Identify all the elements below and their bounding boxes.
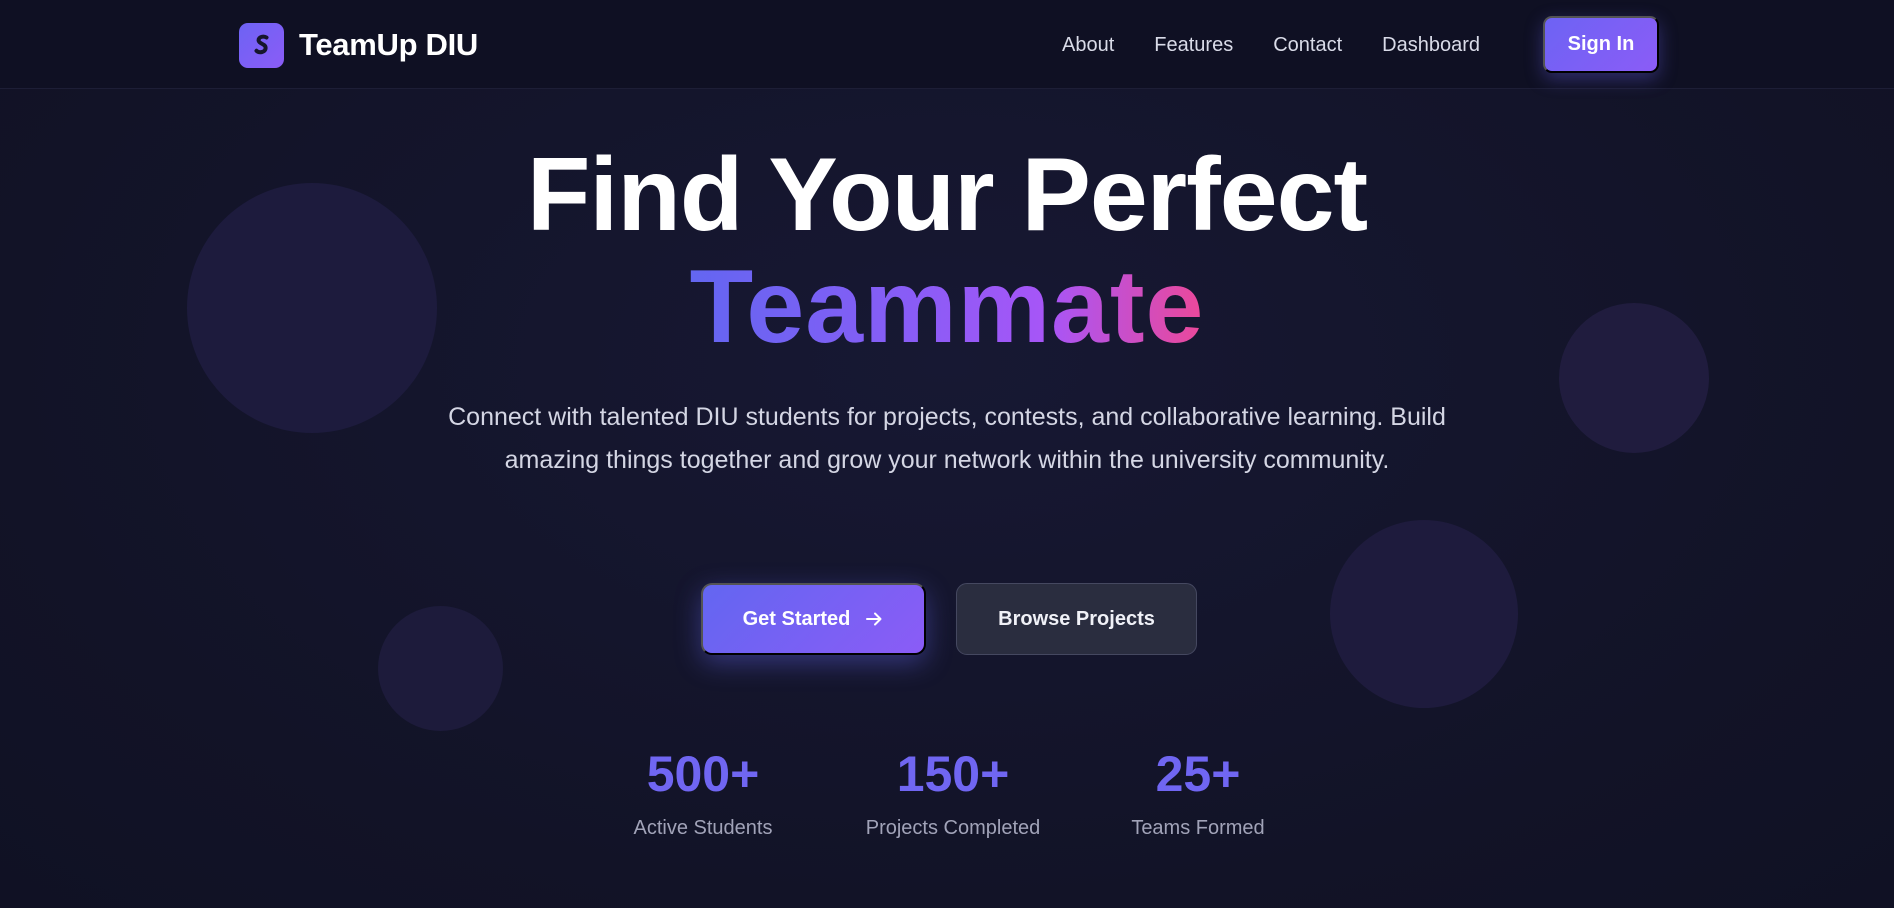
stat-active-students: 500+ Active Students — [583, 744, 823, 842]
stat-label: Active Students — [633, 817, 773, 839]
sign-in-button[interactable]: Sign In — [1543, 16, 1659, 73]
top-navbar: TeamUp DIU About Features Contact Dashbo… — [0, 0, 1894, 89]
nav-link-about[interactable]: About — [1062, 34, 1114, 57]
nav-link-contact[interactable]: Contact — [1273, 34, 1342, 57]
stat-projects-completed: 150+ Projects Completed — [833, 744, 1073, 842]
stat-label: Teams Formed — [1131, 817, 1265, 839]
stat-value: 150+ — [896, 746, 1010, 802]
stat-teams-formed: 25+ Teams Formed — [1078, 744, 1318, 842]
nav-link-dashboard[interactable]: Dashboard — [1382, 34, 1480, 57]
stat-label: Projects Completed — [865, 817, 1041, 839]
hero-subtitle: Connect with talented DIU students for p… — [448, 403, 1446, 474]
hero-title: Find Your Perfect — [526, 137, 1368, 253]
landing-page: TeamUp DIU About Features Contact Dashbo… — [0, 0, 1894, 908]
brand-name: TeamUp DIU — [299, 27, 479, 62]
nav-link-features[interactable]: Features — [1154, 34, 1233, 57]
arrow-right-icon — [866, 612, 882, 626]
get-started-button[interactable]: Get Started — [701, 583, 926, 655]
hero-actions: Get Started Browse Projects — [0, 583, 1894, 655]
brand-logo-glyph — [254, 34, 268, 56]
brand[interactable]: TeamUp DIU — [239, 22, 478, 68]
stat-value: 500+ — [646, 746, 760, 802]
hero-title-accent: Teammate — [0, 252, 1894, 362]
brand-logo-icon — [239, 22, 284, 68]
main-nav: About Features Contact Dashboard — [1062, 28, 1480, 62]
hero-title-accent-text: Teammate — [689, 249, 1205, 365]
browse-projects-button[interactable]: Browse Projects — [956, 583, 1197, 655]
get-started-label: Get Started — [742, 607, 851, 630]
stat-value: 25+ — [1155, 746, 1241, 802]
